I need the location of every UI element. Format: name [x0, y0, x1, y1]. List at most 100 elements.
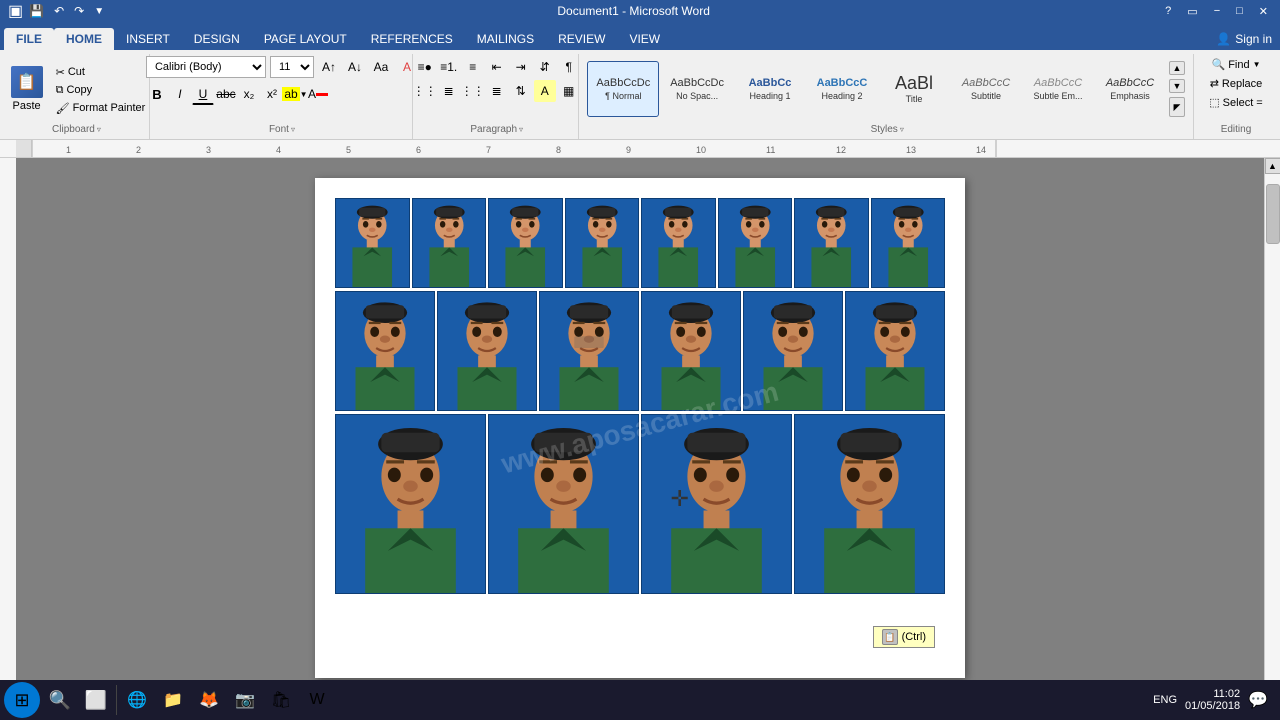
- underline-button[interactable]: U: [192, 83, 214, 105]
- store-taskbar-btn[interactable]: 🛍: [265, 684, 297, 716]
- format-painter-icon: 🖌: [56, 102, 70, 115]
- font-size-increase-btn[interactable]: A↑: [318, 56, 340, 78]
- tab-design[interactable]: DESIGN: [182, 28, 252, 50]
- scroll-up-btn[interactable]: ▲: [1265, 158, 1280, 174]
- text-highlight-button[interactable]: ab ▼: [284, 83, 306, 105]
- styles-scroll-up[interactable]: ▲: [1169, 61, 1185, 75]
- shading-btn[interactable]: A: [534, 80, 556, 102]
- cut-button[interactable]: ✂ Cut: [52, 64, 150, 81]
- word-taskbar-btn[interactable]: W: [301, 684, 333, 716]
- tab-page-layout[interactable]: PAGE LAYOUT: [252, 28, 359, 50]
- tab-insert[interactable]: INSERT: [114, 28, 182, 50]
- action-center-btn[interactable]: 💬: [1248, 690, 1268, 710]
- style-subtitle[interactable]: AaBbCcC Subtitle: [951, 61, 1021, 117]
- photo-cell: [743, 291, 843, 411]
- document-area: www.aposacarar.com: [0, 158, 1280, 698]
- cortana-btn[interactable]: ⬜: [80, 684, 112, 716]
- start-btn[interactable]: ⊞: [4, 682, 40, 718]
- copy-button[interactable]: ⧉ Copy: [52, 82, 150, 99]
- font-size-select[interactable]: 11: [270, 56, 314, 78]
- italic-button[interactable]: I: [169, 83, 191, 105]
- style-no-spacing[interactable]: AaBbCcDc No Spac...: [661, 61, 733, 117]
- vertical-scrollbar[interactable]: ▲ ▼: [1264, 158, 1280, 698]
- decrease-indent-btn[interactable]: ⇤: [486, 56, 508, 78]
- svg-text:9: 9: [626, 145, 631, 155]
- justify-btn[interactable]: ≣: [486, 80, 508, 102]
- borders-btn[interactable]: ▦: [558, 80, 580, 102]
- font-size-decrease-btn[interactable]: A↓: [344, 56, 366, 78]
- style-heading1[interactable]: AaBbCc Heading 1: [735, 61, 805, 117]
- tab-file[interactable]: FILE: [4, 28, 54, 50]
- font-color-button[interactable]: A: [307, 83, 329, 105]
- styles-expand-btn[interactable]: ◤: [1169, 97, 1185, 117]
- style-normal[interactable]: AaBbCcDc ¶ Normal: [587, 61, 659, 117]
- style-no-spacing-preview: AaBbCcDc: [670, 78, 724, 89]
- search-taskbar-btn[interactable]: 🔍: [44, 684, 76, 716]
- align-right-btn[interactable]: ⋮⋮: [462, 80, 484, 102]
- styles-scroll-down[interactable]: ▼: [1169, 79, 1185, 93]
- svg-text:2: 2: [136, 145, 141, 155]
- photo-cell: [335, 414, 486, 594]
- paragraph-expand[interactable]: ▿: [519, 125, 523, 134]
- style-subtle-em[interactable]: AaBbCcC Subtle Em...: [1023, 61, 1093, 117]
- tab-references[interactable]: REFERENCES: [359, 28, 465, 50]
- copy-icon: ⧉: [56, 84, 64, 97]
- svg-text:6: 6: [416, 145, 421, 155]
- scroll-track[interactable]: [1265, 174, 1280, 682]
- tab-mailings[interactable]: MAILINGS: [465, 28, 546, 50]
- superscript-button[interactable]: x²: [261, 83, 283, 105]
- restore-btn[interactable]: ▭: [1183, 5, 1201, 18]
- ctrl-tooltip: 📋 (Ctrl): [873, 626, 935, 648]
- format-painter-button[interactable]: 🖌 Format Painter: [52, 100, 150, 117]
- redo-quick-btn[interactable]: ↷: [72, 4, 86, 18]
- style-subtitle-preview: AaBbCcC: [962, 78, 1010, 89]
- save-quick-btn[interactable]: 💾: [27, 4, 46, 18]
- clipboard-expand[interactable]: ▿: [97, 125, 101, 134]
- style-heading2[interactable]: AaBbCcC Heading 2: [807, 61, 877, 117]
- ie-taskbar-btn[interactable]: 🌐: [121, 684, 153, 716]
- firefox-taskbar-btn[interactable]: 🦊: [193, 684, 225, 716]
- maximize-btn[interactable]: □: [1232, 5, 1247, 18]
- help-btn[interactable]: ?: [1161, 5, 1175, 18]
- strikethrough-button[interactable]: abc: [215, 83, 237, 105]
- font-family-select[interactable]: Calibri (Body): [146, 56, 266, 78]
- find-button[interactable]: 🔍 Find ▼: [1207, 56, 1264, 73]
- minimize-btn[interactable]: −: [1210, 5, 1224, 18]
- replace-icon: ⇄: [1210, 77, 1219, 90]
- taskbar-left: ⊞ 🔍 ⬜ 🌐 📁 🦊 📷 🛍 W: [4, 682, 333, 718]
- photo-cell: [565, 198, 640, 288]
- bold-button[interactable]: B: [146, 83, 168, 105]
- align-left-btn[interactable]: ⋮⋮: [414, 80, 436, 102]
- explorer-taskbar-btn[interactable]: 📁: [157, 684, 189, 716]
- styles-group-expand[interactable]: ▿: [900, 125, 904, 134]
- tab-home[interactable]: HOME: [54, 28, 114, 50]
- sort-btn[interactable]: ⇵: [534, 56, 556, 78]
- undo-quick-btn[interactable]: ↶: [52, 4, 66, 18]
- subscript-button[interactable]: x₂: [238, 83, 260, 105]
- style-emphasis[interactable]: AaBbCcC Emphasis: [1095, 61, 1165, 117]
- align-center-btn[interactable]: ≣: [438, 80, 460, 102]
- bullets-btn[interactable]: ≡●: [414, 56, 436, 78]
- paste-button[interactable]: 📋 Paste: [4, 61, 50, 117]
- numbering-btn[interactable]: ≡1.: [438, 56, 460, 78]
- quick-access-toolbar: 💾 ↶ ↷ ▼: [27, 4, 106, 18]
- tab-view[interactable]: VIEW: [617, 28, 672, 50]
- clear-formatting-btn[interactable]: Aa: [370, 56, 392, 78]
- replace-button[interactable]: ⇄ Replace: [1206, 75, 1267, 92]
- line-spacing-btn[interactable]: ⇅: [510, 80, 532, 102]
- multilevel-list-btn[interactable]: ≡: [462, 56, 484, 78]
- increase-indent-btn[interactable]: ⇥: [510, 56, 532, 78]
- font-expand[interactable]: ▿: [291, 125, 295, 134]
- close-btn[interactable]: ✕: [1255, 5, 1272, 18]
- vruler-svg: [0, 158, 16, 698]
- tab-review[interactable]: REVIEW: [546, 28, 617, 50]
- customize-quick-btn[interactable]: ▼: [92, 6, 106, 17]
- show-formatting-btn[interactable]: ¶: [558, 56, 580, 78]
- scroll-thumb[interactable]: [1266, 184, 1280, 244]
- page-scroll-area[interactable]: www.aposacarar.com: [16, 158, 1264, 698]
- font-group: Calibri (Body) 11 A↑ A↓ Aa A B I U abc x…: [152, 54, 413, 139]
- sign-in-btn[interactable]: 👤 Sign in: [1216, 32, 1272, 50]
- select-button[interactable]: ⬚ Select =: [1205, 94, 1266, 111]
- camera-taskbar-btn[interactable]: 📷: [229, 684, 261, 716]
- style-title[interactable]: AaBl Title: [879, 61, 949, 117]
